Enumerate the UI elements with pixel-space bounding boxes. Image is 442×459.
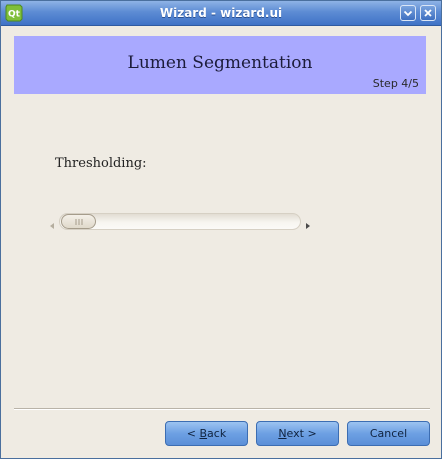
- back-button[interactable]: < Back: [165, 421, 248, 446]
- back-button-mnemonic: B: [199, 427, 208, 440]
- button-separator: [14, 408, 430, 410]
- window-title: Wizard - wizard.ui: [159, 6, 283, 20]
- page-title: Lumen Segmentation: [127, 53, 313, 73]
- minimize-button[interactable]: [400, 5, 416, 21]
- slider-decrement-arrow-icon[interactable]: [48, 216, 56, 229]
- next-button-rest: ext >: [286, 427, 317, 440]
- minimize-icon: [403, 10, 413, 17]
- close-button[interactable]: [420, 5, 436, 21]
- close-icon: [424, 9, 432, 17]
- grip-icon: [75, 219, 83, 225]
- slider-increment-arrow-icon[interactable]: [304, 216, 312, 229]
- step-indicator: Step 4/5: [372, 77, 419, 90]
- title-bar[interactable]: Qt Wizard - wizard.ui: [1, 1, 441, 26]
- thresholding-label: Thresholding:: [55, 156, 147, 171]
- thresholding-slider-handle[interactable]: [61, 214, 96, 229]
- wizard-header-banner: Lumen Segmentation Step 4/5: [14, 36, 426, 94]
- back-button-prefix: <: [186, 427, 200, 440]
- wizard-window: Qt Wizard - wizard.ui Lumen Segmentation…: [0, 0, 442, 459]
- next-button[interactable]: Next >: [256, 421, 339, 446]
- back-button-rest: ack: [207, 427, 227, 440]
- next-button-mnemonic: N: [278, 427, 287, 440]
- cancel-button[interactable]: Cancel: [347, 421, 430, 446]
